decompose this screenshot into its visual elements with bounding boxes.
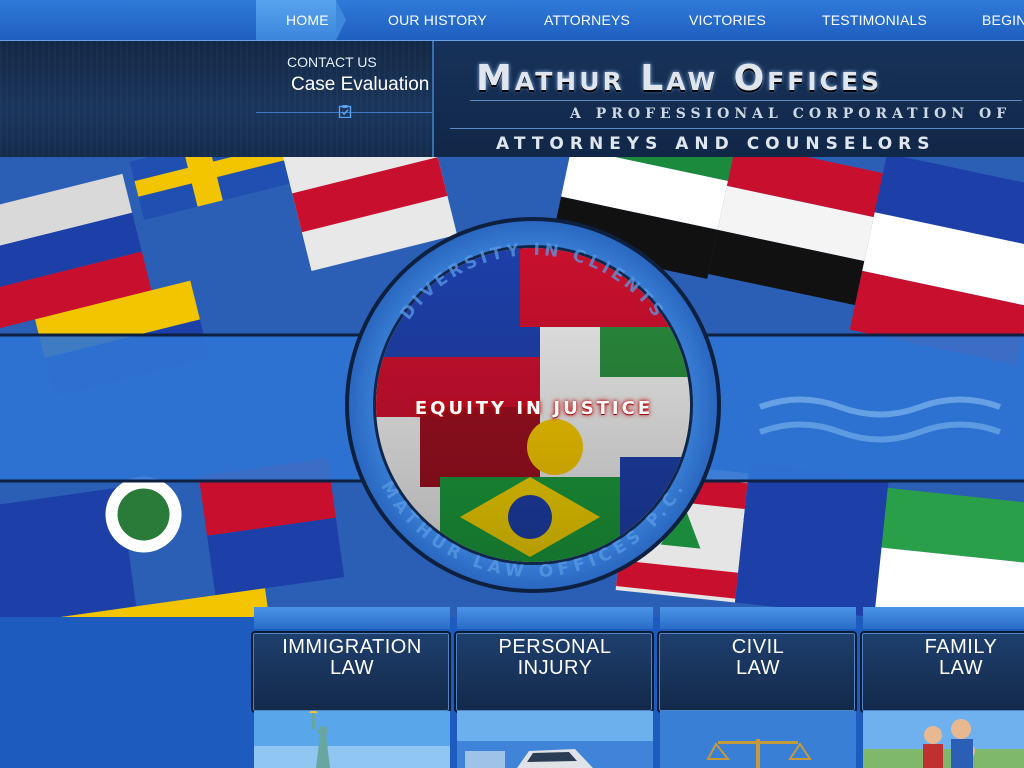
tile-label: FAMILY LAW [863,637,1024,679]
nav-our-history[interactable]: OUR HISTORY [388,12,487,28]
svg-text:MATHUR LAW OFFICES P.C.: MATHUR LAW OFFICES P.C. [376,478,689,583]
tile-cap [254,607,450,629]
firm-tagline-2: ATTORNEYS AND COUNSELORS [496,134,936,154]
ring-top-text: DIVERSITY IN CLIENTS [397,240,666,324]
tile-label-line2: LAW [938,657,984,679]
scales-of-justice-image [660,711,856,768]
top-nav: HOME OUR HISTORY ATTORNEYS VICTORIES TES… [0,0,1024,41]
title-rule-top [470,100,1022,101]
tile-label-line1: IMMIGRATION [282,636,422,658]
clipboard-check-icon[interactable] [338,104,352,118]
nav-testimonials[interactable]: TESTIMONIALS [822,12,927,28]
nav-begin[interactable]: BEGIN [982,12,1024,28]
svg-text:DIVERSITY IN CLIENTS: DIVERSITY IN CLIENTS [397,240,670,324]
car-crash-image [457,711,653,768]
firm-name[interactable]: Mathur Law Offices [476,58,882,99]
tile-label: IMMIGRATION LAW [254,637,450,679]
tile-label-line2: INJURY [517,657,593,679]
tile-cap [863,607,1024,629]
tile-label-line1: CIVIL [731,636,785,658]
firm-tagline-1: A PROFESSIONAL CORPORATION OF [570,106,1012,122]
contact-us-link[interactable]: CONTACT US [287,54,377,70]
tile-label: CIVIL LAW [660,637,856,679]
practice-personal-injury[interactable]: PERSONAL INJURY [454,607,654,768]
statue-of-liberty-image [254,711,450,768]
tile-label-line2: LAW [329,657,375,679]
tile-label-line1: FAMILY [924,636,998,658]
tile-label-line1: PERSONAL [498,636,612,658]
hero-banner: DIVERSITY IN CLIENTS MATHUR LAW OFFICES … [0,157,1024,617]
case-evaluation-link[interactable]: Case Evaluation [291,74,429,96]
practice-immigration[interactable]: IMMIGRATION LAW [251,607,451,768]
tile-label-line2: LAW [735,657,781,679]
practice-family-law[interactable]: FAMILY LAW [860,607,1024,768]
ring-text: DIVERSITY IN CLIENTS MATHUR LAW OFFICES … [376,240,689,583]
practice-civil-law[interactable]: CIVIL LAW [657,607,857,768]
nav-attorneys[interactable]: ATTORNEYS [544,12,630,28]
tile-cap [457,607,653,629]
tile-label: PERSONAL INJURY [457,637,653,679]
nav-home[interactable]: HOME [286,12,329,28]
family-photo-image [863,711,1024,768]
ring-bottom-text: MATHUR LAW OFFICES P.C. [376,478,685,583]
title-rule-bottom [450,128,1024,129]
tile-cap [660,607,856,629]
slogan: EQUITY IN JUSTICE [414,398,654,419]
nav-victories[interactable]: VICTORIES [689,12,766,28]
